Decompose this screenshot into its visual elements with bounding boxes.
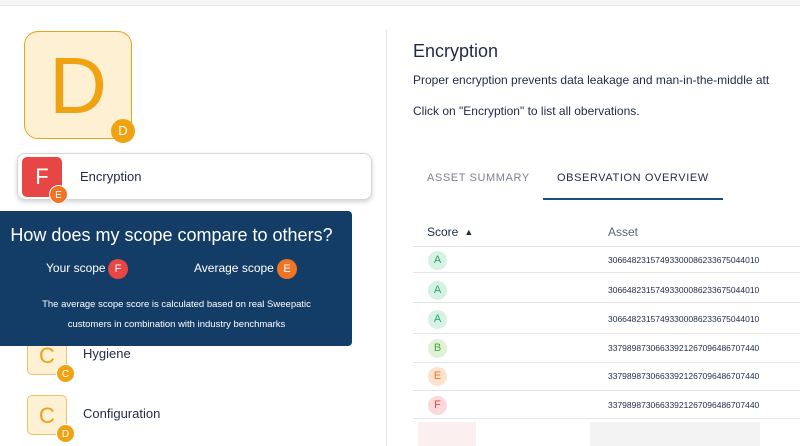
column-header-asset[interactable]: Asset — [608, 225, 638, 239]
asset-id: 30664823157493300086233675044010 — [608, 314, 760, 324]
category-grade-tile: F E — [22, 157, 68, 204]
popover-description: The average scope score is calculated ba… — [10, 295, 343, 335]
your-scope-grade-badge: F — [108, 259, 128, 279]
asset-id: 33798987306633921267096486707440 — [608, 343, 760, 353]
score-badge: A — [428, 281, 447, 300]
your-scope-label: Your scope — [46, 261, 106, 275]
detail-title: Encryption — [413, 41, 499, 61]
tab-asset-summary[interactable]: ASSET SUMMARY — [427, 172, 530, 184]
category-label: Encryption — [80, 169, 142, 184]
popover-title: How does my scope compare to others? — [10, 225, 333, 245]
overall-grade-letter: D — [49, 41, 107, 130]
detail-hint: Click on "Encryption" to list all oberva… — [413, 104, 640, 118]
row-divider — [413, 302, 800, 303]
score-badge: A — [428, 310, 447, 329]
category-grade-tile: C D — [27, 395, 75, 443]
category-grade-badge: C — [56, 364, 75, 383]
asset-id: 30664823157493300086233675044010 — [608, 255, 760, 265]
asset-id: 33798987306633921267096486707440 — [608, 400, 760, 410]
average-scope-grade-badge: E — [277, 259, 297, 279]
row-divider — [413, 333, 800, 334]
top-strip — [0, 0, 800, 6]
table-row[interactable]: A 30664823157493300086233675044010 — [413, 307, 800, 331]
overall-grade-tile: D D — [24, 31, 135, 143]
category-label: Configuration — [83, 406, 161, 421]
score-badge: F — [428, 396, 447, 415]
category-grade-badge: D — [56, 424, 75, 443]
row-divider — [413, 418, 800, 419]
table-row[interactable]: E 33798987306633921267096486707440 — [413, 364, 800, 388]
row-divider — [413, 362, 800, 363]
column-header-label: Score — [427, 225, 459, 239]
table-row[interactable]: B 33798987306633921267096486707440 — [413, 336, 800, 360]
table-row[interactable]: A 30664823157493300086233675044010 — [413, 278, 800, 302]
overall-grade-badge: D — [111, 119, 135, 143]
partial-row-cell — [418, 422, 476, 446]
table-row[interactable]: F 33798987306633921267096486707440 — [413, 393, 800, 417]
category-grade-letter: F — [35, 164, 49, 189]
category-grade-letter: C — [39, 403, 55, 428]
score-badge: A — [428, 251, 447, 270]
row-divider — [413, 390, 800, 391]
popover-description-line: The average scope score is calculated ba… — [42, 299, 311, 310]
row-divider — [413, 272, 800, 273]
detail-description: Proper encryption prevents data leakage … — [413, 73, 770, 87]
scope-comparison-popover: How does my scope compare to others? You… — [0, 211, 352, 346]
tab-observation-overview[interactable]: OBSERVATION OVERVIEW — [557, 172, 709, 184]
score-badge: E — [428, 367, 447, 386]
table-row[interactable]: A 30664823157493300086233675044010 — [413, 248, 800, 272]
asset-id: 33798987306633921267096486707440 — [608, 371, 760, 381]
header-divider — [413, 246, 800, 247]
category-label: Hygiene — [83, 346, 131, 361]
category-card-encryption[interactable]: F E Encryption — [17, 153, 372, 204]
active-tab-indicator — [543, 198, 723, 200]
panel-divider — [386, 30, 387, 446]
score-badge: B — [428, 339, 447, 358]
asset-id: 30664823157493300086233675044010 — [608, 285, 760, 295]
category-grade-badge: E — [49, 185, 68, 204]
category-grade-letter: C — [39, 343, 55, 368]
popover-description-line: customers in combination with industry b… — [67, 319, 286, 330]
column-header-score[interactable]: Score ▲ — [427, 225, 473, 239]
partial-row-cell — [590, 422, 760, 446]
sort-ascending-icon[interactable]: ▲ — [464, 227, 473, 237]
average-scope-label: Average scope — [194, 261, 274, 275]
